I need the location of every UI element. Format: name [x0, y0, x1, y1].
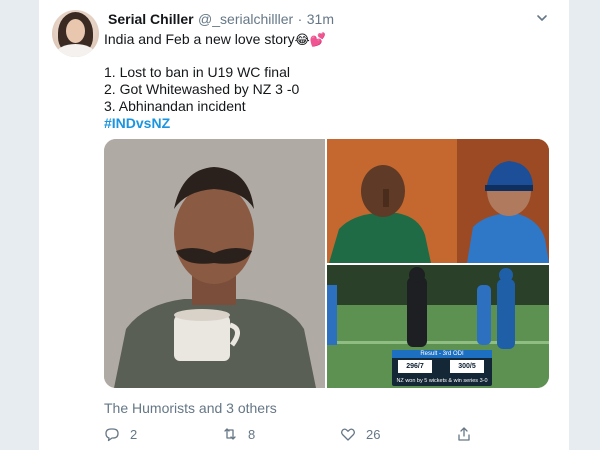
- hashtag-link[interactable]: #INDvsNZ: [104, 114, 170, 132]
- laughing-heart-emoji-icon: 😂💕: [294, 32, 327, 47]
- share-button[interactable]: [456, 424, 482, 444]
- share-icon: [458, 427, 470, 441]
- photo-u19-players[interactable]: [327, 139, 549, 263]
- retweet-count: 8: [248, 426, 256, 442]
- team2-score: 300/5: [450, 360, 484, 373]
- author-name[interactable]: Serial Chiller: [108, 11, 194, 27]
- tweet-item-2: 2. Got Whitewashed by NZ 3 -0: [104, 81, 300, 97]
- tweet-item-1: 1. Lost to ban in U19 WC final: [104, 64, 290, 80]
- avatar-body: [56, 44, 95, 57]
- retweet-button[interactable]: 8: [222, 424, 255, 444]
- reply-icon: [105, 428, 119, 442]
- tweet-item-3: 3. Abhinandan incident: [104, 98, 246, 114]
- score-footer: NZ won by 5 wickets & win series 3-0: [396, 378, 488, 384]
- chevron-down-icon[interactable]: [535, 11, 549, 25]
- photo-man-with-tea[interactable]: [104, 139, 325, 388]
- tweet-line1: India and Feb a new love story: [104, 31, 295, 47]
- like-button[interactable]: 26: [340, 424, 380, 444]
- heart-icon: [341, 428, 355, 441]
- score-header: Result - 3rd ODI: [392, 350, 492, 358]
- photo-match-result[interactable]: Result - 3rd ODI 296/7 300/5 NZ won by 5…: [327, 265, 549, 388]
- players-illustration: [327, 139, 549, 263]
- reply-count: 2: [130, 426, 138, 442]
- tweet-timestamp[interactable]: 31m: [307, 11, 334, 27]
- man-with-tea-illustration: [104, 139, 325, 388]
- header-separator: ·: [297, 11, 303, 27]
- retweet-icon: [224, 428, 236, 440]
- like-count: 26: [366, 426, 381, 442]
- score-overlay: Result - 3rd ODI 296/7 300/5 NZ won by 5…: [392, 350, 492, 386]
- reply-button[interactable]: 2: [104, 424, 137, 444]
- avatar-face: [66, 19, 85, 43]
- tweet-text-line-1: India and Feb a new love story😂💕: [104, 30, 326, 49]
- media-grid: Result - 3rd ODI 296/7 300/5 NZ won by 5…: [104, 139, 549, 388]
- tweet-actions: 2 8 26: [104, 424, 549, 444]
- team1-score: 296/7: [398, 360, 432, 373]
- tweet-header: Serial Chiller @_serialchilller · 31m: [108, 11, 334, 29]
- author-handle[interactable]: @_serialchilller: [198, 11, 293, 27]
- social-context[interactable]: The Humorists and 3 others: [104, 400, 277, 416]
- avatar[interactable]: [52, 10, 99, 57]
